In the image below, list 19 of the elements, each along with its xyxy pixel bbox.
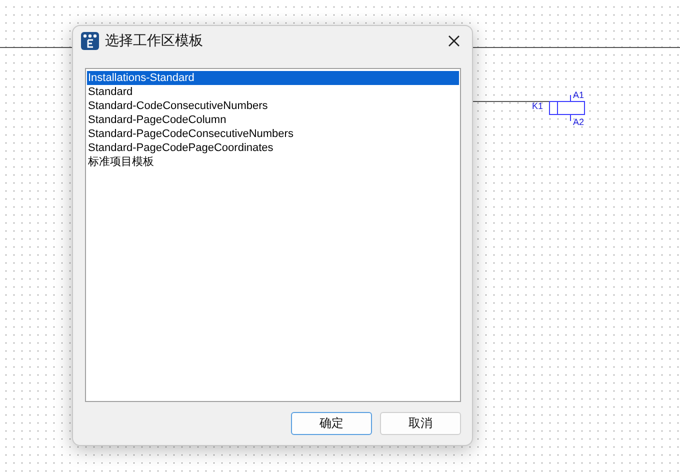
- template-item[interactable]: Standard-PageCodeColumn: [87, 113, 459, 127]
- template-item[interactable]: Standard-PageCodePageCoordinates: [87, 141, 459, 155]
- close-icon[interactable]: [448, 35, 460, 47]
- dialog-button[interactable]: 取消: [380, 412, 461, 435]
- template-item[interactable]: Installations-Standard: [87, 71, 459, 85]
- component-label: K1: [532, 101, 544, 111]
- pin-label: A1: [573, 90, 584, 100]
- pin-label: A2: [573, 117, 584, 127]
- pin-line: [570, 95, 571, 101]
- pin-line: [570, 115, 571, 121]
- template-list[interactable]: Installations-Standard Standard Standard-CodeConsecutiveNumbers Standard-PageCodeColumn Standard-PageCodeConsecutiveNumbers Standard-PageCodePageCoordinates 标准项目模板: [85, 68, 461, 402]
- template-item[interactable]: Standard-PageCodeConsecutiveNumbers: [87, 127, 459, 141]
- app-logo-icon: [81, 32, 99, 50]
- template-item[interactable]: 标准项目模板: [87, 155, 459, 169]
- relay-coil-drawing: [549, 101, 585, 115]
- template-item[interactable]: Standard-CodeConsecutiveNumbers: [87, 99, 459, 113]
- template-item[interactable]: Standard: [87, 85, 459, 99]
- dialog-title: 选择工作区模板: [105, 32, 204, 50]
- dialog-button[interactable]: 确定: [291, 412, 372, 435]
